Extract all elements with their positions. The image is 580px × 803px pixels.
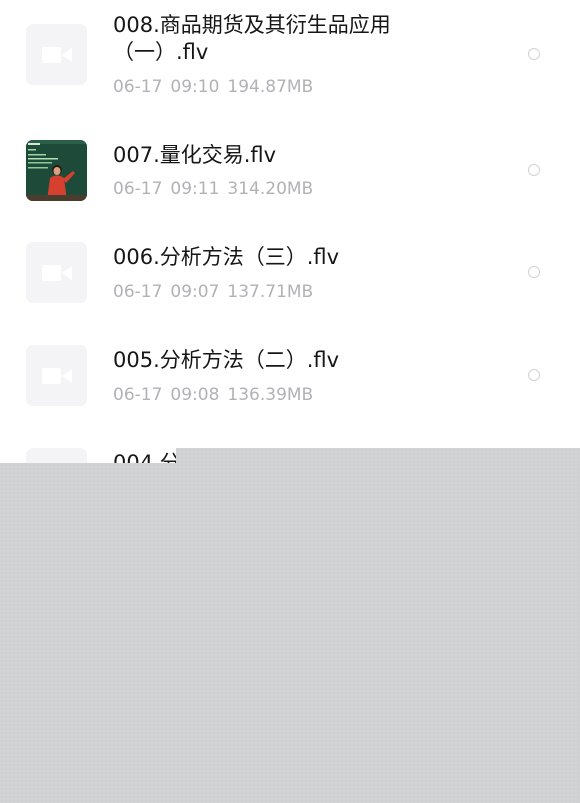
- select-radio[interactable]: [528, 266, 540, 278]
- file-name: 005.分析方法（二）.flv: [113, 348, 340, 372]
- file-time: 09:11: [170, 179, 220, 199]
- file-meta: 06-17 09:10 194.87MB: [113, 76, 321, 98]
- video-thumbnail: [26, 140, 87, 201]
- file-name: 006.分析方法（三）.flv: [113, 245, 340, 269]
- file-item-008[interactable]: 008.商品期货及其衍生品应用（一）.flv 06-17 09:10 194.87M…: [0, 0, 580, 100]
- file-date: 06-17: [113, 77, 163, 97]
- file-date: 06-17: [113, 385, 163, 405]
- overlay-panel: [0, 463, 580, 803]
- select-radio[interactable]: [528, 164, 540, 176]
- file-item-007[interactable]: 007.量化交易.flv 06-17 09:11 314.20MB: [0, 110, 580, 210]
- video-camera-icon: [42, 368, 72, 384]
- file-size: 314.20MB: [227, 179, 314, 199]
- select-radio[interactable]: [528, 48, 540, 60]
- file-meta: 06-17 09:08 136.39MB: [113, 384, 321, 406]
- file-list-screen: 008.商品期货及其衍生品应用（一）.flv 06-17 09:10 194.87M…: [0, 0, 580, 803]
- file-name: 007.量化交易.flv: [113, 143, 277, 167]
- file-item-005[interactable]: 005.分析方法（二）.flv 06-17 09:08 136.39MB: [0, 316, 580, 416]
- file-time: 09:08: [170, 385, 220, 405]
- overlay-panel-edge: [176, 448, 580, 464]
- file-date: 06-17: [113, 282, 163, 302]
- file-date: 06-17: [113, 179, 163, 199]
- video-camera-icon: [42, 47, 72, 63]
- file-item-006[interactable]: 006.分析方法（三）.flv 06-17 09:07 137.71MB: [0, 213, 580, 313]
- file-meta: 06-17 09:11 314.20MB: [113, 178, 321, 200]
- file-size: 194.87MB: [227, 77, 314, 97]
- file-size: 137.71MB: [227, 282, 314, 302]
- file-time: 09:10: [170, 77, 220, 97]
- file-size: 136.39MB: [227, 385, 314, 405]
- video-thumbnail: [26, 242, 87, 303]
- video-thumbnail: [26, 24, 87, 85]
- video-thumbnail: [26, 345, 87, 406]
- select-radio[interactable]: [528, 369, 540, 381]
- file-meta: 06-17 09:07 137.71MB: [113, 281, 321, 303]
- video-frame-image: [26, 140, 87, 201]
- file-name: 008.商品期货及其衍生品应用（一）.flv: [113, 13, 391, 64]
- file-time: 09:07: [170, 282, 220, 302]
- video-camera-icon: [42, 265, 72, 281]
